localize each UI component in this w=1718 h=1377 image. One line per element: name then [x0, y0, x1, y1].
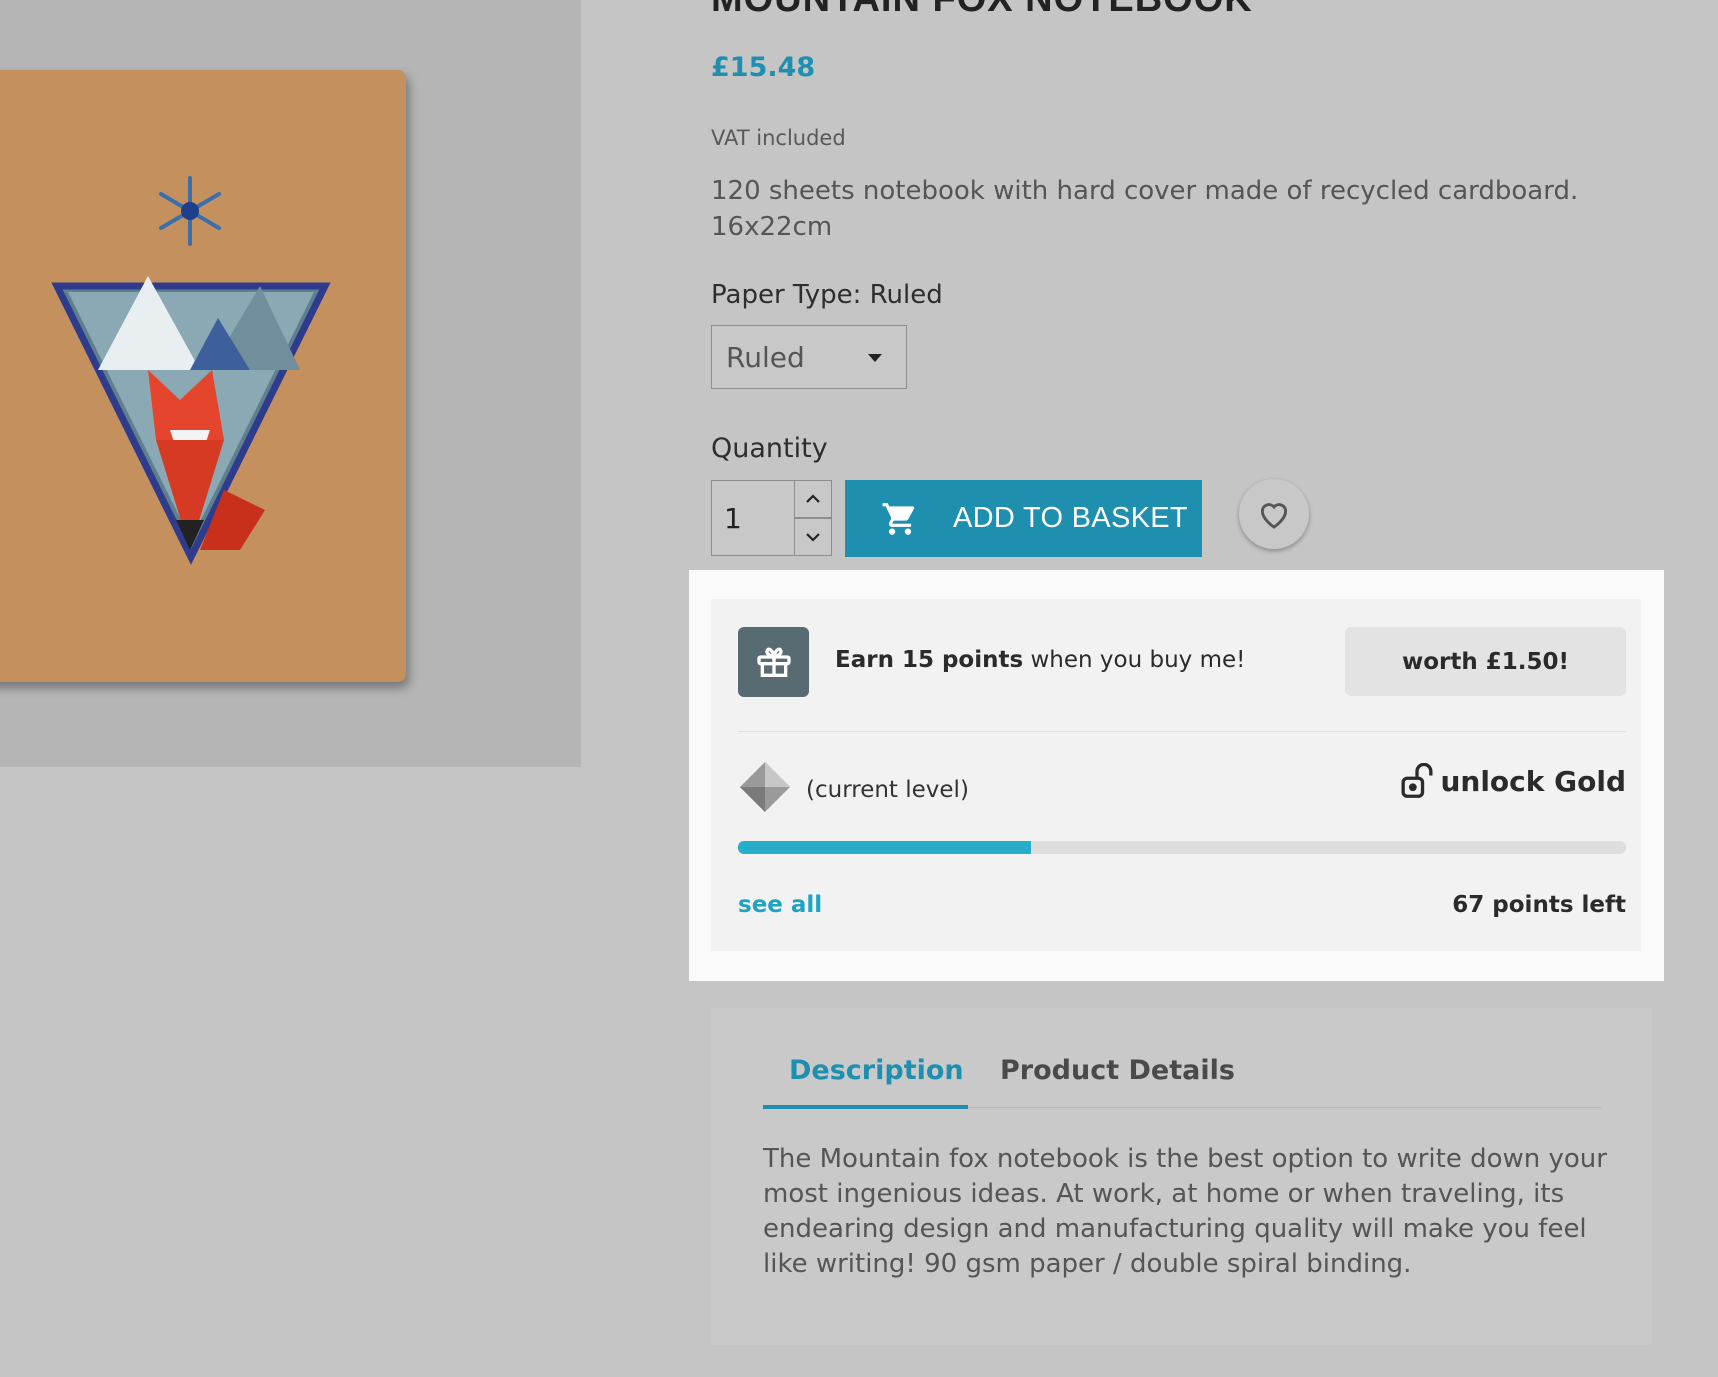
- product-image[interactable]: [0, 70, 406, 682]
- current-level-label: (current level): [806, 777, 969, 803]
- diamond-level-icon: [740, 762, 790, 812]
- heart-icon: [1260, 503, 1288, 529]
- quantity-label: Quantity: [711, 433, 828, 464]
- quantity-increment-button[interactable]: [794, 480, 832, 518]
- see-all-link[interactable]: see all: [738, 892, 822, 918]
- loyalty-divider: [738, 731, 1626, 732]
- cart-icon: [882, 502, 915, 535]
- description-content: The Mountain fox notebook is the best op…: [763, 1144, 1607, 1279]
- product-summary: 120 sheets notebook with hard cover made…: [711, 176, 1579, 242]
- gift-icon: [756, 647, 791, 677]
- quantity-input[interactable]: 1: [711, 480, 795, 556]
- unlock-label: unlock Gold: [1440, 764, 1626, 798]
- earn-points-text: Earn 15 points when you buy me!: [835, 647, 1245, 673]
- chevron-up-icon: [806, 494, 820, 503]
- product-price: £15.48: [711, 52, 816, 83]
- gift-icon-badge: [738, 627, 809, 697]
- unlock-next-level: unlock Gold: [1400, 763, 1626, 799]
- active-tab-indicator: [763, 1105, 968, 1109]
- paper-type-label: Paper Type: Ruled: [711, 280, 943, 310]
- caret-down-icon: [868, 354, 882, 362]
- tab-product-details[interactable]: Product Details: [1000, 1055, 1235, 1086]
- loyalty-progress-fill: [738, 841, 1032, 854]
- quantity-decrement-button[interactable]: [794, 518, 832, 556]
- chevron-down-icon: [806, 533, 820, 542]
- add-to-basket-label: ADD TO BASKET: [953, 502, 1188, 534]
- wishlist-button[interactable]: [1239, 479, 1309, 549]
- product-image-area: [0, 0, 581, 767]
- unlock-icon: [1401, 763, 1433, 798]
- paper-type-select[interactable]: Ruled: [711, 325, 907, 389]
- paper-type-selected-value: Ruled: [726, 340, 805, 374]
- tab-description[interactable]: Description: [789, 1055, 964, 1086]
- points-worth-badge[interactable]: worth £1.50!: [1345, 627, 1626, 696]
- product-title: MOUNTAIN FOX NOTEBOOK: [711, 0, 1253, 21]
- earn-points-strong: Earn 15 points: [835, 647, 1024, 673]
- loyalty-progress-bar: [738, 841, 1626, 854]
- tax-note: VAT included: [711, 126, 846, 150]
- points-left-text: 67 points left: [1452, 892, 1626, 918]
- earn-points-suffix: when you buy me!: [1023, 647, 1246, 673]
- add-to-basket-button[interactable]: ADD TO BASKET: [845, 480, 1202, 557]
